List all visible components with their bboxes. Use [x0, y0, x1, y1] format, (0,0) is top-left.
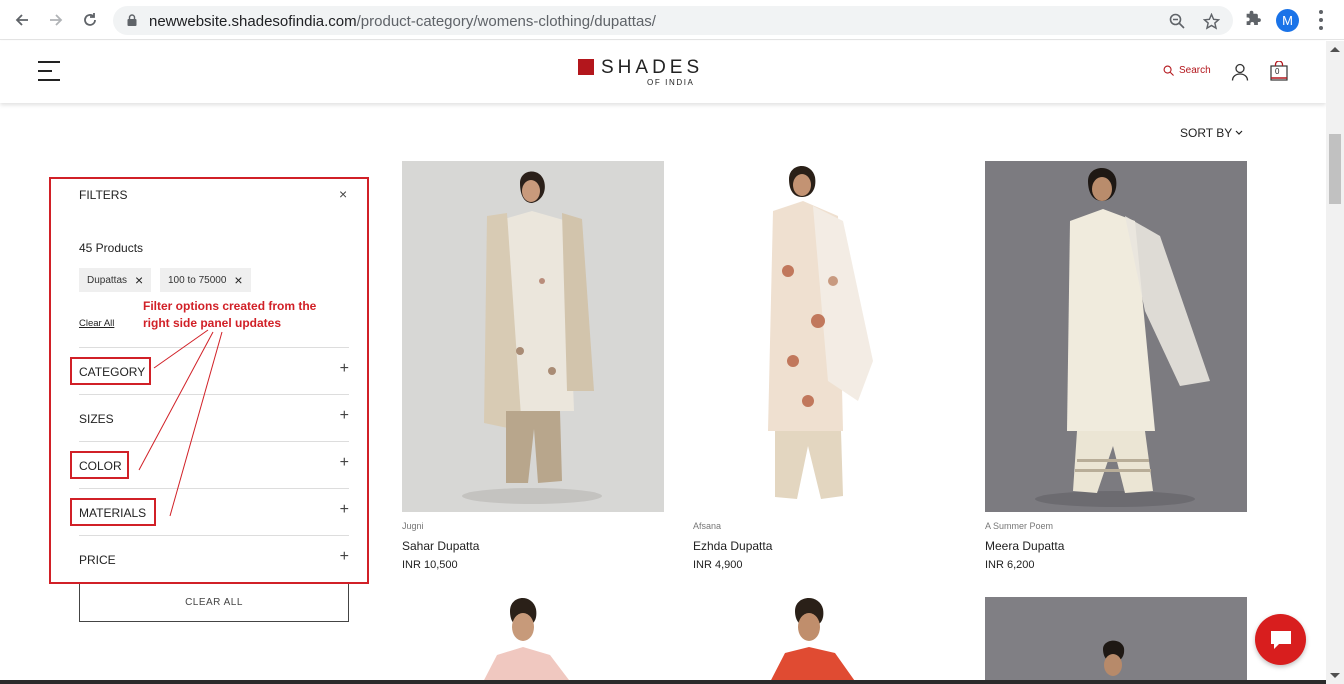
- product-image[interactable]: [402, 161, 664, 512]
- clear-all-button[interactable]: CLEAR ALL: [79, 584, 349, 622]
- cart-button[interactable]: 0: [1270, 60, 1288, 81]
- filter-chip-dupattas[interactable]: Dupattas ×: [79, 268, 152, 292]
- annotation-note: Filter options created from the right si…: [143, 299, 317, 330]
- product-image[interactable]: [985, 161, 1247, 512]
- expand-plus-icon[interactable]: +: [340, 360, 349, 378]
- product-image-row2[interactable]: [985, 597, 1247, 684]
- user-icon[interactable]: [1231, 63, 1249, 81]
- product-image-row2[interactable]: [402, 597, 664, 684]
- product-image[interactable]: [693, 161, 955, 512]
- reload-icon[interactable]: [78, 8, 102, 32]
- sort-by-dropdown[interactable]: SORT BY: [1180, 126, 1243, 140]
- filter-group-sizes[interactable]: SIZES +: [79, 394, 349, 441]
- site-logo[interactable]: SHADES OF INDIA: [578, 57, 708, 89]
- forward-icon[interactable]: [44, 8, 68, 32]
- scroll-down-arrow[interactable]: [1330, 673, 1340, 678]
- filters-title: FILTERS: [79, 188, 128, 202]
- product-name[interactable]: Ezhda Dupatta: [693, 539, 772, 553]
- product-image-row2[interactable]: [693, 597, 955, 684]
- product-brand: Jugni: [402, 521, 424, 531]
- filter-group-price[interactable]: PRICE +: [79, 535, 349, 582]
- logo-square: [578, 59, 594, 75]
- page-scrollbar[interactable]: [1326, 41, 1344, 684]
- remove-chip-icon[interactable]: ×: [135, 273, 143, 287]
- highlight-color: [70, 451, 129, 479]
- product-count: 45 Products: [79, 241, 144, 255]
- lock-icon: [127, 14, 137, 26]
- clear-all-link[interactable]: Clear All: [79, 318, 114, 329]
- scroll-up-arrow[interactable]: [1330, 47, 1340, 52]
- address-bar[interactable]: newwebsite.shadesofindia.com/product-cat…: [113, 6, 1233, 35]
- bottom-strip: [0, 680, 1326, 684]
- menu-icon[interactable]: [38, 61, 60, 81]
- expand-plus-icon[interactable]: +: [340, 548, 349, 566]
- filter-chip-price-range[interactable]: 100 to 75000 ×: [160, 268, 251, 292]
- highlight-materials: [70, 498, 156, 526]
- product-name[interactable]: Sahar Dupatta: [402, 539, 479, 553]
- expand-plus-icon[interactable]: +: [340, 501, 349, 519]
- site-header: SHADES OF INDIA Search 0: [0, 41, 1326, 103]
- product-brand: A Summer Poem: [985, 521, 1054, 531]
- star-icon[interactable]: [1202, 12, 1220, 30]
- url-text: newwebsite.shadesofindia.com/product-cat…: [149, 13, 656, 30]
- product-price: INR 4,900: [693, 559, 743, 571]
- remove-chip-icon[interactable]: ×: [234, 273, 242, 287]
- chevron-down-icon: [1235, 130, 1243, 135]
- profile-avatar[interactable]: M: [1276, 9, 1299, 32]
- chat-bubble-icon: [1270, 630, 1291, 649]
- cart-count: 0: [1275, 67, 1280, 76]
- browser-toolbar: newwebsite.shadesofindia.com/product-cat…: [0, 0, 1344, 40]
- expand-plus-icon[interactable]: +: [340, 407, 349, 425]
- scroll-thumb[interactable]: [1329, 134, 1341, 204]
- highlight-category: [70, 357, 151, 385]
- product-price: INR 6,200: [985, 559, 1035, 571]
- back-icon[interactable]: [10, 8, 34, 32]
- search-icon: [1163, 65, 1174, 76]
- expand-plus-icon[interactable]: +: [340, 454, 349, 472]
- browser-menu-icon[interactable]: [1318, 10, 1324, 30]
- header-search-button[interactable]: Search: [1163, 65, 1211, 76]
- chat-button[interactable]: [1255, 614, 1306, 665]
- zoom-icon[interactable]: [1168, 12, 1186, 30]
- product-brand: Afsana: [693, 521, 722, 531]
- extensions-icon[interactable]: [1244, 10, 1262, 28]
- product-price: INR 10,500: [402, 559, 458, 571]
- product-name[interactable]: Meera Dupatta: [985, 539, 1064, 553]
- close-filters-icon[interactable]: ×: [339, 186, 347, 202]
